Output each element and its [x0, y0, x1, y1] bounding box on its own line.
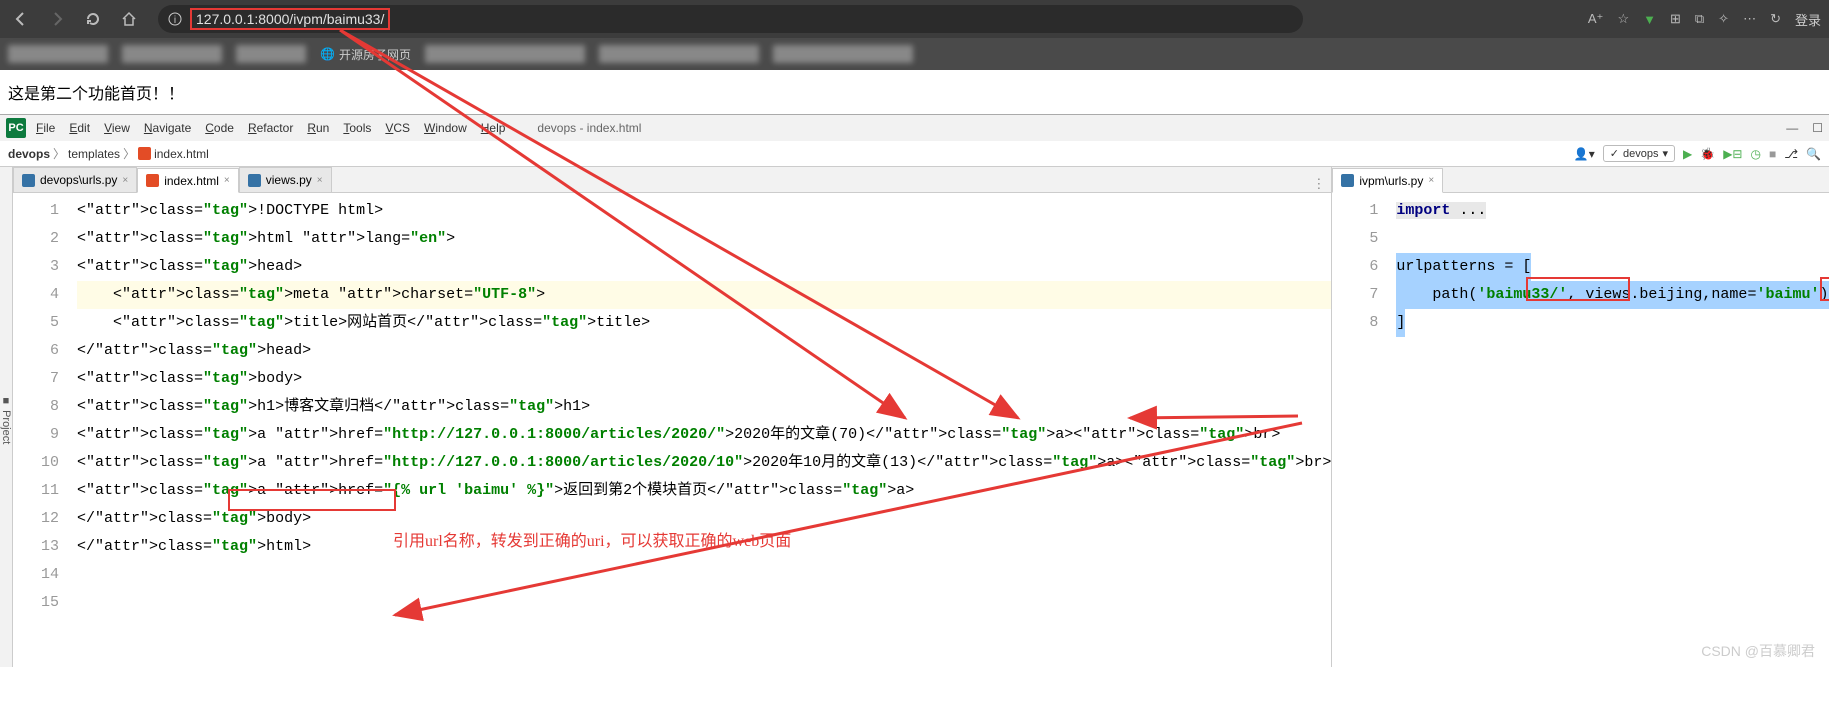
crumb-root[interactable]: devops: [8, 147, 50, 161]
tab-label: index.html: [164, 174, 219, 188]
line-gutter: 15678: [1332, 193, 1388, 667]
ide-run-controls: 👤▾ ✓ devops ▾ ▶ 🐞 ▶⊟ ◷ ■ ⎇ 🔍: [1574, 145, 1821, 162]
browser-toolbar: i 127.0.0.1:8000/ivpm/baimu33/ A⁺ ☆ ▼ ⊞ …: [0, 0, 1829, 38]
refresh-button[interactable]: [80, 6, 106, 32]
editor-pane-right: ivpm\urls.py × 15678 import ... urlpatter…: [1332, 167, 1829, 667]
close-tab-icon[interactable]: ×: [224, 175, 230, 186]
home-button[interactable]: [116, 6, 142, 32]
tab-overflow-icon[interactable]: ⋮: [1306, 176, 1331, 192]
menu-vcs[interactable]: VCS: [385, 121, 410, 135]
bookmark-blur: [236, 45, 306, 63]
extensions-icon[interactable]: ⊞: [1670, 11, 1681, 27]
run-button[interactable]: ▶: [1683, 147, 1692, 161]
code-content-left[interactable]: <"attr">class="tag">!DOCTYPE html><"attr…: [69, 193, 1331, 667]
menu-edit[interactable]: Edit: [69, 121, 90, 135]
py-file-icon: [22, 174, 35, 187]
favorite-icon[interactable]: ☆: [1617, 11, 1629, 27]
crumb-file[interactable]: index.html: [138, 147, 209, 161]
performance-icon[interactable]: ⋯: [1743, 11, 1756, 27]
search-icon[interactable]: 🔍: [1806, 147, 1821, 161]
menu-view[interactable]: View: [104, 121, 130, 135]
favorites-list-icon[interactable]: ✧: [1718, 11, 1729, 27]
html-file-icon: [146, 174, 159, 187]
editor-split: ■ Project devops\urls.py×index.html×view…: [0, 167, 1829, 667]
ide-window-controls: — ☐: [1786, 121, 1823, 135]
forward-button[interactable]: [44, 6, 70, 32]
tab-label: ivpm\urls.py: [1359, 174, 1423, 188]
ide-menu-bar: File Edit View Navigate Code Refactor Run Tools…: [36, 121, 505, 135]
ide-doc-title: devops - index.html: [537, 121, 641, 135]
editor-pane-left: devops\urls.py × index.html × views.py × ⋮ 123…: [13, 167, 1332, 667]
pycharm-logo: PC: [6, 118, 26, 138]
bookmark-blur: [8, 45, 108, 63]
editor-tab[interactable]: views.py ×: [239, 167, 332, 192]
editor-tab[interactable]: ivpm\urls.py ×: [1332, 168, 1443, 193]
menu-run[interactable]: Run: [307, 121, 329, 135]
minimize-button[interactable]: —: [1786, 121, 1798, 135]
page-heading: 这是第二个功能首页！！: [8, 86, 184, 103]
back-button[interactable]: [8, 6, 34, 32]
tab-bar-right: ivpm\urls.py ×: [1332, 167, 1829, 193]
line-gutter: 123456789101112131415: [13, 193, 69, 667]
browser-right-controls: A⁺ ☆ ▼ ⊞ ⧉ ✧ ⋯ ↻ 登录: [1588, 10, 1821, 29]
profiler-button[interactable]: ◷: [1750, 147, 1760, 161]
url-text: 127.0.0.1:8000/ivpm/baimu33/: [196, 11, 384, 27]
user-icon[interactable]: 👤▾: [1574, 147, 1595, 161]
menu-tools[interactable]: Tools: [343, 121, 371, 135]
code-area-right[interactable]: 15678 import ... urlpatterns = [ path('b…: [1332, 193, 1829, 667]
stop-button[interactable]: ■: [1769, 147, 1776, 161]
bookmark-blur: [122, 45, 222, 63]
close-tab-icon[interactable]: ×: [1428, 175, 1434, 186]
py-file-icon: [1341, 174, 1354, 187]
bookmark-blur: [773, 45, 913, 63]
code-content-right[interactable]: import ... urlpatterns = [ path('baimu33…: [1388, 193, 1829, 667]
editor-tab[interactable]: devops\urls.py ×: [13, 167, 137, 192]
site-info-icon[interactable]: i: [168, 12, 182, 26]
menu-navigate[interactable]: Navigate: [144, 121, 191, 135]
debug-button[interactable]: 🐞: [1700, 147, 1715, 161]
bookmark-blur: [599, 45, 759, 63]
editor-tab[interactable]: index.html ×: [137, 168, 239, 193]
url-highlight-box: 127.0.0.1:8000/ivpm/baimu33/: [190, 8, 390, 30]
collections-icon[interactable]: ⧉: [1695, 11, 1704, 27]
menu-file[interactable]: File: [36, 121, 55, 135]
menu-window[interactable]: Window: [424, 121, 467, 135]
project-tool-tab[interactable]: ■ Project: [0, 167, 13, 667]
globe-icon: 🌐: [320, 47, 335, 61]
bookmarks-bar: 🌐 开源房子网页: [0, 38, 1829, 70]
maximize-button[interactable]: ☐: [1812, 121, 1823, 135]
close-tab-icon[interactable]: ×: [317, 175, 323, 186]
bookmark-blur: [425, 45, 585, 63]
html-file-icon: [138, 147, 151, 160]
menu-code[interactable]: Code: [205, 121, 234, 135]
annotation-text: 引用url名称，转发到正确的uri，可以获取正确的web页面: [393, 527, 791, 551]
run-config-selector[interactable]: ✓ devops ▾: [1603, 145, 1675, 162]
shield-icon[interactable]: ▼: [1643, 12, 1656, 27]
ide-window: PC File Edit View Navigate Code Refactor Run To…: [0, 114, 1829, 667]
git-branch-icon[interactable]: ⎇: [1784, 147, 1798, 161]
bookmark-item[interactable]: 🌐 开源房子网页: [320, 46, 411, 63]
sync-icon[interactable]: ↻: [1770, 11, 1781, 27]
webpage-body: 这是第二个功能首页！！: [0, 70, 1829, 114]
close-tab-icon[interactable]: ×: [122, 175, 128, 186]
watermark: CSDN @百慕卿君: [1701, 641, 1815, 661]
ide-titlebar: PC File Edit View Navigate Code Refactor Run To…: [0, 115, 1829, 141]
address-bar[interactable]: i 127.0.0.1:8000/ivpm/baimu33/: [158, 5, 1303, 33]
login-button[interactable]: 登录: [1795, 10, 1821, 29]
crumb-folder[interactable]: templates: [68, 147, 120, 161]
tab-bar-left: devops\urls.py × index.html × views.py × ⋮: [13, 167, 1331, 193]
py-file-icon: [248, 174, 261, 187]
ide-breadcrumb-bar: devops 〉 templates 〉 index.html 👤▾ ✓ dev…: [0, 141, 1829, 167]
menu-help[interactable]: Help: [481, 121, 506, 135]
reader-icon[interactable]: A⁺: [1588, 11, 1604, 27]
code-area-left[interactable]: 123456789101112131415 <"attr">class="tag…: [13, 193, 1331, 667]
run-with-coverage-button[interactable]: ▶⊟: [1723, 147, 1742, 161]
bookmark-label: 开源房子网页: [339, 46, 411, 63]
menu-refactor[interactable]: Refactor: [248, 121, 293, 135]
tab-label: views.py: [266, 173, 312, 187]
tab-label: devops\urls.py: [40, 173, 117, 187]
svg-text:i: i: [174, 15, 176, 26]
